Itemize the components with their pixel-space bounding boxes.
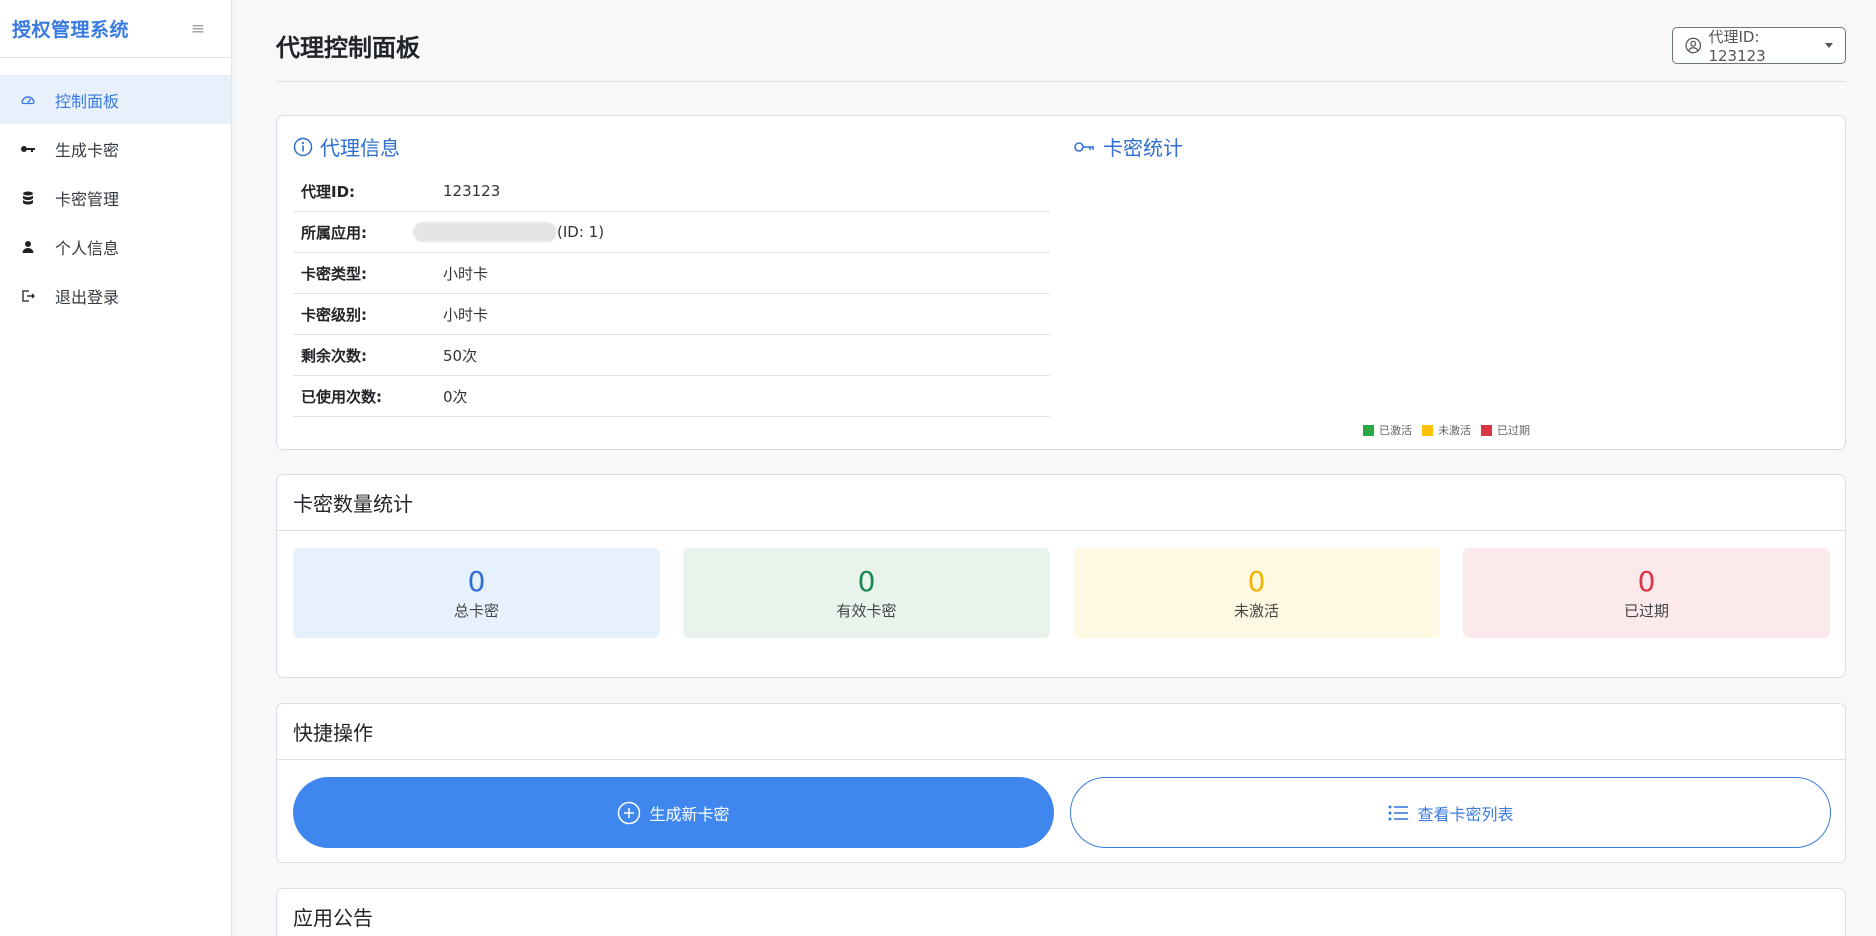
user-circle-icon <box>1685 37 1702 54</box>
legend-item[interactable]: 未激活 <box>1422 422 1471 438</box>
page-header: 代理控制面板 代理ID: 123123 <box>276 0 1846 82</box>
agent-info-title: 代理信息 <box>293 132 400 161</box>
info-icon <box>293 137 313 156</box>
sidebar-item-dashboard[interactable]: 控制面板 <box>0 75 231 124</box>
stat-value: 0 <box>857 564 876 598</box>
stat-expired: 0 已过期 <box>1463 548 1830 638</box>
sidebar-item-profile[interactable]: 个人信息 <box>0 222 231 271</box>
table-row: 卡密类型: 小时卡 <box>293 253 1050 294</box>
legend-swatch <box>1363 424 1374 436</box>
stat-label: 未激活 <box>1233 601 1279 620</box>
database-icon <box>20 190 36 206</box>
quick-actions-title: 快捷操作 <box>277 704 1845 760</box>
user-icon <box>20 239 36 255</box>
sidebar-item-manage[interactable]: 卡密管理 <box>0 173 231 222</box>
agent-info-table: 代理ID: 123123 所属应用: (ID: 1) 卡密类型: 小时卡 卡密级… <box>293 171 1050 417</box>
agent-id-label: 代理ID: 123123 <box>1708 28 1766 65</box>
view-card-list-button[interactable]: 查看卡密列表 <box>1070 777 1831 848</box>
key-icon <box>20 141 36 157</box>
legend-item[interactable]: 已激活 <box>1363 422 1412 438</box>
list-icon <box>1388 805 1409 820</box>
card-stats-title: 卡密统计 <box>1074 132 1183 161</box>
stat-label: 有效卡密 <box>836 601 897 620</box>
legend-swatch <box>1422 424 1433 436</box>
table-row: 代理ID: 123123 <box>293 171 1050 212</box>
sidebar: 授权管理系统 ≡ 控制面板 生成卡密 卡密管理 个人信息 退出登录 <box>0 0 232 936</box>
table-row: 已使用次数: 0次 <box>293 376 1050 417</box>
sidebar-item-label: 卡密管理 <box>55 189 120 209</box>
table-row: 剩余次数: 50次 <box>293 335 1050 376</box>
dashboard-gauge-icon <box>20 92 36 108</box>
hamburger-icon[interactable]: ≡ <box>191 19 205 39</box>
chevron-down-icon <box>1825 43 1833 48</box>
announcement-title: 应用公告 <box>277 889 1845 936</box>
app-title: 授权管理系统 <box>12 19 130 41</box>
page-title: 代理控制面板 <box>276 34 420 62</box>
legend-item[interactable]: 已过期 <box>1481 422 1530 438</box>
stat-label: 已过期 <box>1623 601 1669 620</box>
count-stats-card: 卡密数量统计 0 总卡密 0 有效卡密 0 未激活 0 已过期 <box>276 474 1846 678</box>
key-icon <box>1074 141 1094 152</box>
logout-icon <box>20 288 36 304</box>
sidebar-item-logout[interactable]: 退出登录 <box>0 271 231 320</box>
stat-inactive: 0 未激活 <box>1073 548 1440 638</box>
legend-swatch <box>1481 424 1492 436</box>
chart-legend: 已激活 未激活 已过期 <box>1363 422 1540 438</box>
sidebar-item-label: 控制面板 <box>55 91 120 111</box>
redacted-app-name <box>413 222 557 242</box>
sidebar-item-generate[interactable]: 生成卡密 <box>0 124 231 173</box>
count-stats-title: 卡密数量统计 <box>277 475 1845 531</box>
sidebar-item-label: 生成卡密 <box>55 140 120 160</box>
sidebar-header: 授权管理系统 ≡ <box>0 0 231 58</box>
agent-info-card: 代理信息 代理ID: 123123 所属应用: (ID: 1) 卡密类型: 小时… <box>276 115 1846 450</box>
sidebar-item-label: 个人信息 <box>55 238 120 258</box>
stat-label: 总卡密 <box>453 601 499 620</box>
stat-valid: 0 有效卡密 <box>683 548 1050 638</box>
stat-total: 0 总卡密 <box>293 548 660 638</box>
generate-card-button[interactable]: 生成新卡密 <box>293 777 1054 848</box>
announcement-card: 应用公告 <box>276 888 1846 936</box>
table-row: 所属应用: (ID: 1) <box>293 212 1050 253</box>
stat-value: 0 <box>1247 564 1266 598</box>
stat-value: 0 <box>467 564 486 598</box>
quick-actions-card: 快捷操作 生成新卡密 查看卡密列表 <box>276 703 1846 863</box>
sidebar-item-label: 退出登录 <box>55 287 120 307</box>
agent-dropdown-button[interactable]: 代理ID: 123123 <box>1672 27 1846 65</box>
plus-circle-icon <box>618 801 641 824</box>
table-row: 卡密级别: 小时卡 <box>293 294 1050 335</box>
main-content: 代理控制面板 代理ID: 123123 代理信息 代理ID: 123123 所属… <box>233 0 1876 936</box>
stat-value: 0 <box>1637 564 1656 598</box>
sidebar-menu: 控制面板 生成卡密 卡密管理 个人信息 退出登录 <box>0 75 231 320</box>
